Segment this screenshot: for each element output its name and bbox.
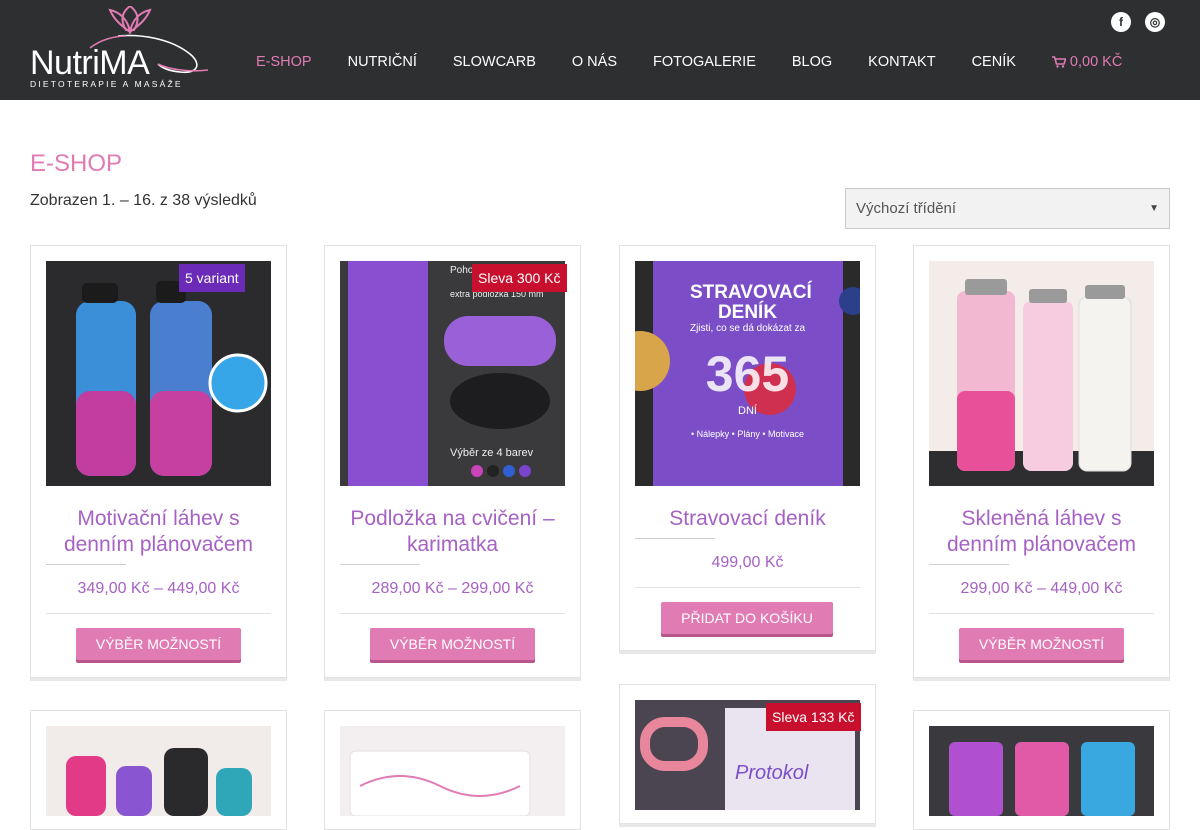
image-caption: 365 <box>705 346 790 402</box>
select-options-button[interactable]: VÝBĚR MOŽNOSTÍ <box>370 628 535 660</box>
nav-item-cenik[interactable]: CENÍK <box>972 54 1016 70</box>
instagram-icon[interactable]: ◎ <box>1145 12 1165 32</box>
logo-wordmark: NutriMA <box>30 44 150 82</box>
product-image[interactable] <box>46 726 271 816</box>
sort-select[interactable]: Výchozí třídění ▼ <box>845 188 1170 229</box>
cart-link[interactable]: 0,00 KČ <box>1051 54 1123 70</box>
product-card[interactable]: Protokol Sleva 133 Kč <box>619 684 876 824</box>
cart-total: 0,00 KČ <box>1069 54 1123 70</box>
nav-item-eshop[interactable]: E-SHOP <box>256 54 312 70</box>
title-divider <box>340 564 420 565</box>
product-image[interactable] <box>340 726 565 816</box>
product-title[interactable]: Motivační láhev s denním plánovačem <box>46 506 271 558</box>
product-image[interactable] <box>929 726 1154 816</box>
title-divider <box>635 538 715 539</box>
image-caption: Výběr ze 4 barev <box>450 447 534 459</box>
product-image[interactable]: STRAVOVACÍ DENÍK Zjisti, co se dá dokáza… <box>635 261 860 486</box>
image-caption: DNÍ <box>738 405 757 417</box>
product-card[interactable] <box>324 710 581 830</box>
select-options-button[interactable]: VÝBĚR MOŽNOSTÍ <box>959 628 1124 660</box>
sale-badge: Sleva 300 Kč <box>472 264 567 292</box>
product-card[interactable]: STRAVOVACÍ DENÍK Zjisti, co se dá dokáza… <box>619 245 876 651</box>
logo-tagline: DIETOTERAPIE A MASÁŽE <box>30 79 183 89</box>
nav-item-o-nas[interactable]: O NÁS <box>572 54 617 70</box>
divider <box>340 613 565 614</box>
product-title[interactable]: Skleněná láhev s denním plánovačem <box>929 506 1154 558</box>
product-title[interactable]: Stravovací deník <box>635 506 860 532</box>
product-price: 349,00 Kč – 449,00 Kč <box>77 580 240 597</box>
product-card[interactable] <box>913 710 1170 830</box>
nav-item-slowcarb[interactable]: SLOWCARB <box>453 54 536 70</box>
image-caption: • Nálepky • Plány • Motivace <box>691 429 804 439</box>
image-caption: STRAVOVACÍ DENÍK <box>690 282 812 323</box>
product-card[interactable] <box>30 710 287 830</box>
product-price: 499,00 Kč <box>711 554 784 571</box>
nav-item-kontakt[interactable]: KONTAKT <box>868 54 935 70</box>
product-image[interactable] <box>46 261 271 486</box>
divider <box>46 613 271 614</box>
page-title: E-SHOP <box>30 150 123 177</box>
product-image[interactable] <box>929 261 1154 486</box>
product-price: 289,00 Kč – 299,00 Kč <box>371 580 534 597</box>
image-caption: Zjisti, co se dá dokázat za <box>689 323 806 334</box>
title-divider <box>46 564 126 565</box>
add-to-cart-button[interactable]: PŘIDAT DO KOŠÍKU <box>661 602 833 634</box>
nav-item-blog[interactable]: BLOG <box>792 54 832 70</box>
site-header: NutriMA DIETOTERAPIE A MASÁŽE E-SHOP NUT… <box>0 0 1200 100</box>
variant-badge: 5 variant <box>179 264 245 292</box>
product-price: 299,00 Kč – 449,00 Kč <box>960 580 1123 597</box>
result-count: Zobrazen 1. – 16. z 38 výsledků <box>30 192 257 209</box>
cart-icon <box>1051 56 1066 68</box>
nav-item-fotogalerie[interactable]: FOTOGALERIE <box>653 54 756 70</box>
product-title[interactable]: Podložka na cvičení – karimatka <box>340 506 565 558</box>
nav-item-nutricni[interactable]: NUTRIČNÍ <box>348 54 417 70</box>
chevron-down-icon: ▼ <box>1149 203 1159 214</box>
sale-badge: Sleva 133 Kč <box>766 703 861 731</box>
facebook-icon[interactable]: f <box>1111 12 1131 32</box>
site-logo[interactable]: NutriMA DIETOTERAPIE A MASÁŽE <box>30 6 212 92</box>
image-caption: Protokol <box>735 762 809 784</box>
product-card[interactable]: 5 variant Motivační láhev s denním pláno… <box>30 245 287 678</box>
title-divider <box>929 564 1009 565</box>
select-options-button[interactable]: VÝBĚR MOŽNOSTÍ <box>76 628 241 660</box>
sort-selected-value: Výchozí třídění <box>856 200 957 217</box>
product-card[interactable]: Skleněná láhev s denním plánovačem 299,0… <box>913 245 1170 678</box>
main-navigation: E-SHOP NUTRIČNÍ SLOWCARB O NÁS FOTOGALER… <box>256 54 1122 70</box>
product-image[interactable]: Pohod extra podložka 150 mm Výběr ze 4 b… <box>340 261 565 486</box>
divider <box>635 587 860 588</box>
product-card[interactable]: Pohod extra podložka 150 mm Výběr ze 4 b… <box>324 245 581 678</box>
divider <box>929 613 1154 614</box>
